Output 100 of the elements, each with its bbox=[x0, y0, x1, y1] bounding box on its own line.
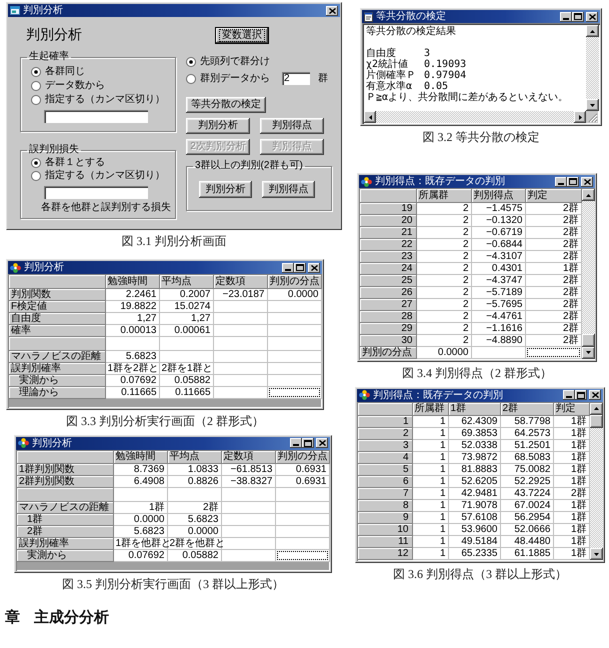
minimize-icon bbox=[285, 268, 291, 270]
table-cell: 2.2461 bbox=[105, 288, 159, 300]
table-cell: 2 bbox=[416, 310, 471, 322]
table-cell: 2群 bbox=[525, 250, 581, 262]
text-field[interactable] bbox=[44, 186, 148, 199]
table-cell: 0.4301 bbox=[471, 262, 525, 274]
table-cell: 2 bbox=[416, 250, 471, 262]
window-title: 判別分析 bbox=[32, 436, 72, 450]
scroll-up-button[interactable] bbox=[582, 189, 594, 201]
resize-grip-icon[interactable] bbox=[586, 111, 598, 123]
close-button[interactable] bbox=[308, 262, 320, 272]
radio-icon[interactable] bbox=[186, 74, 196, 84]
window-title: 等共分散の検定 bbox=[376, 10, 446, 23]
covariance-test-button[interactable]: 等共分散の検定 bbox=[186, 97, 266, 113]
radio-icon[interactable] bbox=[31, 66, 41, 76]
column-header: 判別の分点 bbox=[275, 450, 329, 464]
row-header: 20 bbox=[360, 214, 416, 226]
scroll-left-button[interactable] bbox=[364, 111, 376, 123]
table-cell: 0.0000 bbox=[113, 514, 167, 526]
minimize-button[interactable] bbox=[282, 262, 294, 272]
table-cell: 1群 bbox=[553, 452, 589, 464]
maximize-button[interactable] bbox=[575, 390, 587, 400]
maximize-button[interactable] bbox=[567, 176, 579, 186]
minimize-button[interactable] bbox=[555, 176, 567, 186]
table-cell: 1 bbox=[412, 464, 448, 476]
table-cell: 15.0274 bbox=[159, 300, 213, 312]
table-cell: 2群 bbox=[167, 502, 221, 514]
score-button[interactable]: 判別得点 bbox=[260, 118, 324, 134]
window-title: 判別得点：既存データの判別 bbox=[373, 388, 503, 402]
close-button[interactable] bbox=[586, 12, 598, 22]
variable-select-button[interactable]: 変数選択 bbox=[215, 27, 269, 44]
table-cell: −0.1320 bbox=[471, 214, 525, 226]
minimize-button[interactable] bbox=[560, 12, 572, 22]
table-cell: 67.0024 bbox=[500, 500, 553, 512]
radio-option[interactable]: 群別データから bbox=[186, 72, 270, 85]
row-header: 12 bbox=[358, 548, 412, 560]
radio-icon[interactable] bbox=[186, 56, 196, 66]
radio-option[interactable]: 先頭列で群分け bbox=[186, 55, 328, 68]
minimize-button[interactable] bbox=[563, 390, 575, 400]
row-header: 9 bbox=[358, 512, 412, 524]
up-arrow-icon bbox=[590, 30, 595, 32]
table-cell: −5.7695 bbox=[471, 298, 525, 310]
table-cell: 0.07692 bbox=[105, 374, 159, 386]
radio-icon[interactable] bbox=[31, 80, 41, 90]
close-button[interactable] bbox=[316, 438, 328, 448]
table-cell: 2群 bbox=[525, 286, 581, 298]
maximize-icon bbox=[577, 392, 585, 398]
scroll-down-button[interactable] bbox=[586, 99, 599, 111]
analysis-button[interactable]: 判別分析 bbox=[186, 118, 250, 134]
scroll-down-button[interactable] bbox=[590, 548, 602, 560]
scrollbar-thumb[interactable] bbox=[582, 334, 594, 346]
close-button[interactable] bbox=[326, 6, 338, 16]
flower-icon bbox=[361, 176, 372, 186]
result-value: 0.19093 bbox=[424, 59, 466, 70]
radio-option[interactable]: 各群同じ bbox=[31, 65, 165, 78]
group-count-field[interactable]: 2 bbox=[282, 72, 310, 85]
scroll-up-button[interactable] bbox=[586, 25, 599, 37]
close-button[interactable] bbox=[581, 176, 593, 186]
table-cell: 69.3853 bbox=[448, 428, 500, 440]
table-cell: 53.9600 bbox=[448, 524, 500, 536]
table-cell: 1群 bbox=[553, 512, 589, 524]
window-icon bbox=[10, 6, 20, 15]
analysis-button[interactable]: 判別分析 bbox=[199, 181, 252, 198]
radio-option[interactable]: 指定する（カンマ区切り） bbox=[31, 93, 165, 106]
radio-option[interactable]: 各群１とする bbox=[31, 156, 165, 169]
column-header: 平均点 bbox=[167, 450, 221, 464]
radio-icon[interactable] bbox=[31, 158, 41, 168]
row-header: 2群 bbox=[17, 526, 113, 538]
radio-icon[interactable] bbox=[31, 94, 41, 104]
minimize-icon bbox=[563, 18, 569, 20]
radio-icon[interactable] bbox=[31, 170, 41, 180]
close-button[interactable] bbox=[589, 390, 601, 400]
table-cell: 1群 bbox=[553, 500, 589, 512]
result-value: 0.05 bbox=[424, 81, 448, 92]
result-label: 自由度 bbox=[366, 48, 396, 59]
row-header: 理論から bbox=[9, 386, 105, 398]
table-cell: 0.11665 bbox=[105, 386, 159, 398]
radio-option[interactable]: 指定する（カンマ区切り） bbox=[31, 169, 165, 182]
table-cell: 1群 bbox=[553, 548, 589, 560]
up-arrow-icon bbox=[594, 407, 598, 410]
table-cell: 19.8822 bbox=[105, 300, 159, 312]
minimize-button[interactable] bbox=[290, 438, 302, 448]
table-cell: 1群 bbox=[553, 440, 589, 452]
text-field[interactable] bbox=[44, 110, 148, 123]
maximize-button[interactable] bbox=[572, 12, 584, 22]
table-cell: 52.0338 bbox=[448, 440, 500, 452]
row-header: 誤判別確率 bbox=[17, 538, 113, 550]
scroll-up-button[interactable] bbox=[590, 402, 602, 414]
table-cell: 1 bbox=[412, 488, 448, 500]
table-cell: 52.0666 bbox=[500, 524, 553, 536]
table-cell: 52.2925 bbox=[500, 476, 553, 488]
column-header: 平均点 bbox=[159, 275, 213, 288]
result-value: 3 bbox=[424, 48, 430, 59]
maximize-button[interactable] bbox=[294, 262, 306, 272]
radio-option[interactable]: データ数から bbox=[31, 79, 165, 92]
score-button[interactable]: 判別得点 bbox=[262, 181, 315, 198]
scroll-right-button[interactable] bbox=[574, 111, 586, 123]
maximize-button[interactable] bbox=[302, 438, 314, 448]
table-cell: 2 bbox=[416, 334, 471, 346]
maximize-icon bbox=[574, 13, 582, 20]
